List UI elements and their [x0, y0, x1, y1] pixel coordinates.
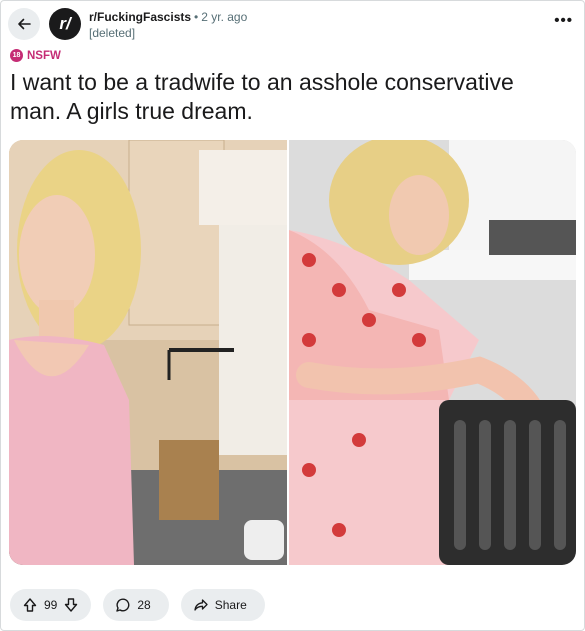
nsfw-label: NSFW — [27, 49, 61, 62]
post-meta: r/FuckingFascists • 2 yr. ago [deleted] — [89, 9, 247, 41]
vote-count: 99 — [44, 598, 58, 612]
share-label: Share — [214, 598, 247, 612]
nsfw-icon: 18 — [10, 49, 23, 62]
comment-icon — [116, 598, 130, 612]
upvote-icon[interactable] — [22, 597, 38, 613]
subreddit-link[interactable]: r/FuckingFascists — [89, 10, 191, 24]
meta-separator: • — [194, 10, 199, 24]
share-icon — [194, 599, 208, 611]
post-image-illustration — [9, 140, 576, 565]
subreddit-avatar[interactable]: r/ — [49, 8, 81, 40]
more-options-button[interactable]: ••• — [554, 12, 573, 29]
post-title: I want to be a tradwife to an asshole co… — [10, 69, 514, 124]
back-button[interactable] — [8, 8, 40, 40]
comments-button[interactable]: 28 — [103, 589, 169, 621]
comment-count: 28 — [137, 598, 151, 612]
arrow-left-icon — [18, 18, 31, 30]
post-author: [deleted] — [89, 26, 136, 40]
post-time: 2 yr. ago — [201, 10, 248, 24]
share-button[interactable]: Share — [180, 589, 265, 621]
nsfw-tag: 18 NSFW — [10, 49, 61, 62]
post-image[interactable] — [9, 140, 576, 565]
downvote-icon[interactable] — [63, 597, 79, 613]
vote-bar: 99 — [10, 589, 92, 621]
post-actions: 99 28 Share — [10, 589, 265, 621]
